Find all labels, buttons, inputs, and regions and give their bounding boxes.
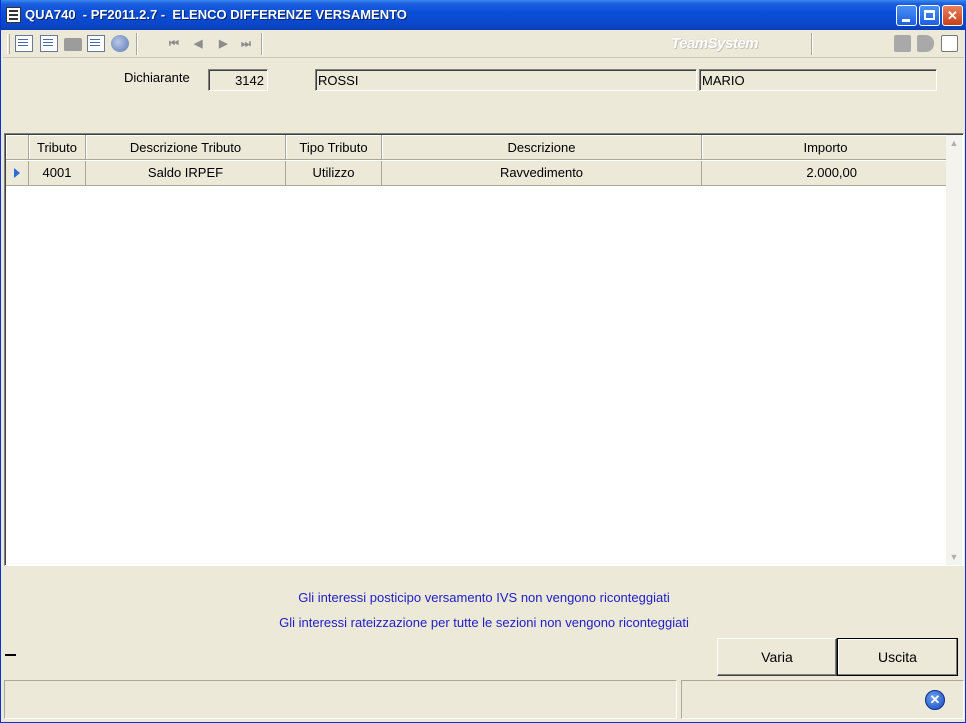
- info-message-ivs: Gli interessi posticipo versamento IVS n…: [298, 590, 670, 605]
- nome-field[interactable]: MARIO: [699, 69, 937, 91]
- uscita-button[interactable]: Uscita: [837, 638, 958, 676]
- varia-button[interactable]: Varia: [717, 638, 837, 676]
- next-record-icon[interactable]: ▶: [219, 37, 227, 51]
- forward-icon[interactable]: [917, 35, 934, 52]
- edit-icon[interactable]: [941, 35, 958, 52]
- cell-tipo-tributo[interactable]: Utilizzo: [286, 161, 382, 186]
- first-record-icon[interactable]: ⏮: [169, 37, 179, 51]
- cognome-field[interactable]: ROSSI: [315, 69, 697, 91]
- toolbar-separator: [261, 33, 263, 55]
- toolbar-separator: [136, 33, 138, 55]
- new-document-icon[interactable]: [894, 35, 911, 52]
- previous-record-icon[interactable]: ◀: [194, 37, 202, 51]
- status-panel-right: [681, 680, 964, 719]
- cell-importo[interactable]: 2.000,00: [702, 161, 950, 186]
- minimize-icon: [902, 19, 910, 22]
- window-title: QUA740 - PF2011.2.7 - ELENCO DIFFERENZE …: [25, 7, 407, 22]
- toolbar: ⏮ ◀ ▶ ⏭ TeamSystem: [3, 30, 964, 58]
- cell-descrizione-tributo[interactable]: Saldo IRPEF: [86, 161, 286, 186]
- print-icon[interactable]: [40, 35, 58, 52]
- export-icon[interactable]: [87, 35, 105, 52]
- status-panel-left: [4, 680, 677, 719]
- brand-logo: TeamSystem: [671, 35, 759, 52]
- column-header-importo[interactable]: Importo: [702, 135, 950, 160]
- preview-icon[interactable]: [15, 35, 33, 52]
- dichiarante-label: Dichiarante: [124, 70, 190, 85]
- differences-grid[interactable]: Tributo Descrizione Tributo Tipo Tributo…: [4, 133, 964, 566]
- maximize-icon: [924, 10, 935, 20]
- cell-tributo[interactable]: 4001: [29, 161, 86, 186]
- column-header-descrizione-tributo[interactable]: Descrizione Tributo: [86, 135, 286, 160]
- cell-descrizione[interactable]: Ravvedimento: [382, 161, 702, 186]
- column-header-tributo[interactable]: Tributo: [29, 135, 86, 160]
- column-header-descrizione[interactable]: Descrizione: [382, 135, 702, 160]
- last-record-icon[interactable]: ⏭: [241, 37, 251, 51]
- close-button[interactable]: ✕: [942, 5, 963, 26]
- info-message-rateizzazione: Gli interessi rateizzazione per tutte le…: [279, 615, 689, 630]
- close-circle-icon[interactable]: ✕: [925, 690, 945, 710]
- dichiarante-code-field[interactable]: 3142: [208, 69, 268, 91]
- toolbar-separator: [811, 33, 813, 55]
- title-bar[interactable]: QUA740 - PF2011.2.7 - ELENCO DIFFERENZE …: [1, 0, 966, 30]
- row-selector-header: [6, 135, 29, 160]
- minimize-button[interactable]: [896, 5, 917, 26]
- grid-header: Tributo Descrizione Tributo Tipo Tributo…: [6, 135, 950, 160]
- app-window: QUA740 - PF2011.2.7 - ELENCO DIFFERENZE …: [0, 0, 966, 723]
- table-row[interactable]: 4001 Saldo IRPEF Utilizzo Ravvedimento 2…: [6, 161, 950, 186]
- current-row-indicator: [6, 161, 29, 186]
- column-header-tipo-tributo[interactable]: Tipo Tributo: [286, 135, 382, 160]
- vertical-scrollbar[interactable]: ▲ ▼: [946, 135, 962, 565]
- focus-marker: [5, 654, 16, 656]
- app-icon: [6, 7, 21, 23]
- toolbar-grip[interactable]: [7, 34, 10, 54]
- maximize-button[interactable]: [919, 5, 940, 26]
- folder-icon[interactable]: [64, 38, 82, 51]
- scroll-up-icon[interactable]: ▲: [946, 135, 962, 151]
- row-pointer-icon: [14, 168, 20, 178]
- globe-icon[interactable]: [111, 35, 129, 52]
- scroll-down-icon[interactable]: ▼: [946, 549, 962, 565]
